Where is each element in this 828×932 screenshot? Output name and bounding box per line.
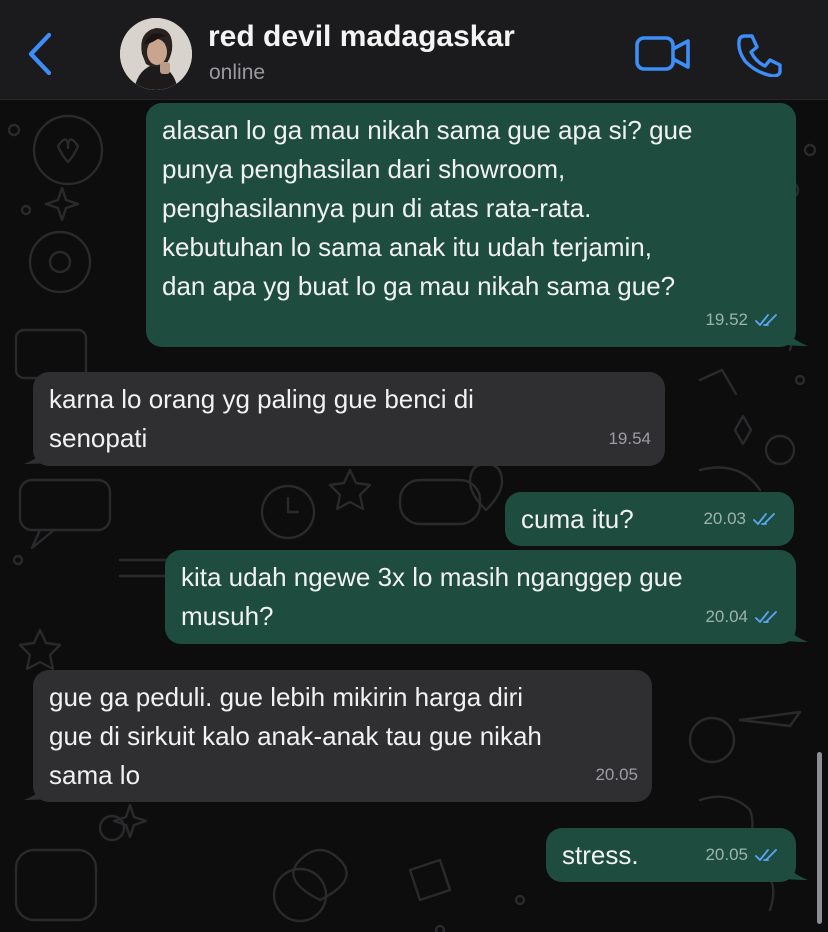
- message-time: 20.04: [705, 607, 748, 626]
- avatar-photo: [120, 18, 192, 90]
- message-meta: 20.04: [705, 597, 780, 636]
- message-time: 19.54: [608, 429, 651, 448]
- message-outgoing[interactable]: alasan lo ga mau nikah sama gue apa si? …: [146, 103, 796, 347]
- double-check-icon: [755, 313, 777, 326]
- message-text: karna lo orang yg paling gue benci di se…: [49, 384, 474, 453]
- message-incoming[interactable]: gue ga peduli. gue lebih mikirin harga d…: [33, 670, 652, 802]
- double-check-icon: [755, 610, 777, 623]
- contact-avatar[interactable]: [120, 18, 192, 90]
- message-incoming[interactable]: karna lo orang yg paling gue benci di se…: [33, 372, 665, 466]
- contact-name[interactable]: red devil madagaskar: [208, 20, 515, 54]
- chevron-left-icon: [28, 32, 52, 76]
- video-camera-icon: [635, 36, 690, 71]
- phone-icon: [737, 34, 782, 78]
- message-meta: 20.03: [703, 499, 778, 538]
- back-button[interactable]: [20, 28, 60, 80]
- contact-status: online: [209, 61, 266, 84]
- message-outgoing[interactable]: stress. 20.05: [546, 828, 796, 882]
- message-text: alasan lo ga mau nikah sama gue apa si? …: [162, 115, 693, 301]
- message-outgoing[interactable]: kita udah ngewe 3x lo masih nganggep gue…: [165, 550, 796, 644]
- double-check-icon: [755, 848, 777, 861]
- message-time: 20.05: [595, 765, 638, 784]
- message-meta: 19.54: [608, 419, 651, 458]
- message-outgoing[interactable]: cuma itu? 20.03: [505, 492, 794, 546]
- scrollbar[interactable]: [817, 752, 822, 924]
- chat-header: red devil madagaskar online: [0, 0, 828, 100]
- video-call-button[interactable]: [634, 33, 692, 75]
- double-check-icon: [753, 512, 775, 525]
- chat-screen: red devil madagaskar online alasan lo ga…: [0, 0, 828, 932]
- message-time: 20.05: [705, 845, 748, 864]
- message-meta: 19.52: [705, 300, 780, 339]
- message-text: gue ga peduli. gue lebih mikirin harga d…: [49, 682, 542, 790]
- message-time: 20.03: [703, 509, 746, 528]
- message-meta: 20.05: [705, 835, 780, 874]
- voice-call-button[interactable]: [736, 33, 782, 78]
- message-text: kita udah ngewe 3x lo masih nganggep gue…: [181, 562, 683, 631]
- message-time: 19.52: [705, 310, 748, 329]
- message-meta: 20.05: [595, 755, 638, 794]
